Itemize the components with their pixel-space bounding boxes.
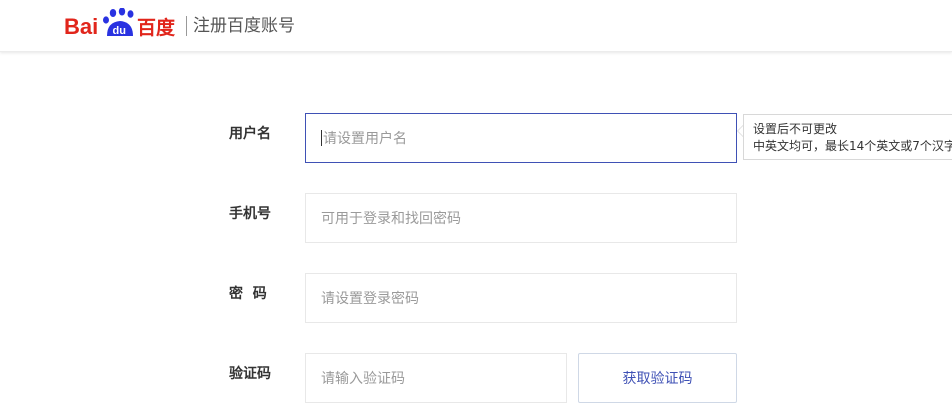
code-label: 验证码 bbox=[229, 366, 271, 382]
phone-label: 手机号 bbox=[229, 206, 271, 222]
page-title: 注册百度账号 bbox=[193, 16, 295, 36]
username-hint-tooltip: 设置后不可更改 中英文均可，最长14个英文或7个汉字 bbox=[743, 114, 952, 160]
paw-icon: du bbox=[103, 8, 134, 37]
password-placeholder: 请设置登录密码 bbox=[321, 291, 419, 307]
tooltip-line-1: 设置后不可更改 bbox=[753, 122, 838, 136]
code-placeholder: 请输入验证码 bbox=[321, 371, 405, 387]
text-caret bbox=[321, 130, 322, 146]
username-placeholder: 请设置用户名 bbox=[323, 131, 407, 147]
logo-divider bbox=[186, 16, 187, 36]
header-bar: Bai du 百度 注册百度账号 bbox=[0, 0, 952, 52]
phone-placeholder: 可用于登录和找回密码 bbox=[321, 211, 461, 227]
password-field[interactable]: 请设置登录密码 bbox=[305, 273, 737, 323]
baidu-logo[interactable]: Bai du 百度 bbox=[64, 8, 182, 40]
username-field[interactable]: 请设置用户名 bbox=[305, 113, 737, 163]
logo-text-bai: Bai bbox=[64, 14, 98, 39]
get-code-button[interactable]: 获取验证码 bbox=[578, 353, 737, 403]
password-label: 密 码 bbox=[229, 286, 267, 302]
logo-text-du: du bbox=[113, 25, 126, 37]
code-field[interactable]: 请输入验证码 bbox=[305, 353, 567, 403]
phone-field[interactable]: 可用于登录和找回密码 bbox=[305, 193, 737, 243]
logo-text-baidu-cn: 百度 bbox=[137, 16, 176, 39]
username-label: 用户名 bbox=[229, 126, 271, 142]
tooltip-line-2: 中英文均可，最长14个英文或7个汉字 bbox=[753, 139, 952, 153]
